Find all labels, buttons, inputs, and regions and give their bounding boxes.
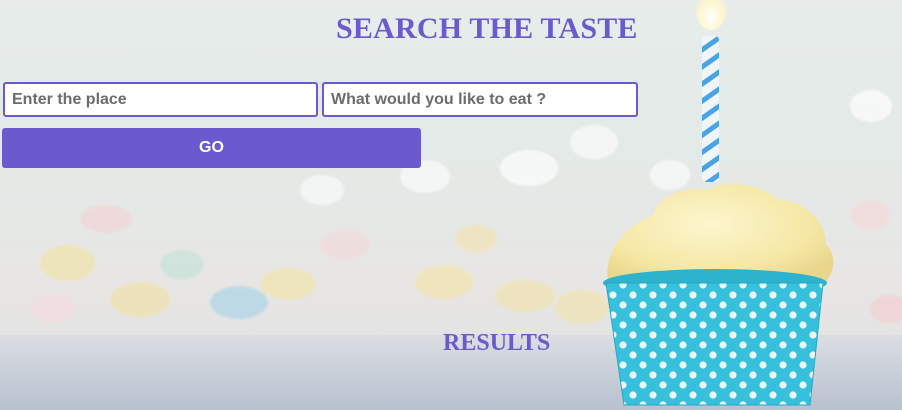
place-input[interactable]: [3, 82, 318, 117]
bokeh-light: [495, 280, 555, 312]
page-title: SEARCH THE TASTE: [336, 12, 638, 45]
results-heading: RESULTS: [443, 330, 551, 356]
cupcake-wrapper: [606, 283, 823, 405]
bokeh-light: [260, 268, 316, 300]
bokeh-light: [320, 230, 370, 260]
candle: [702, 36, 719, 182]
bokeh-light: [455, 225, 497, 253]
food-input[interactable]: [322, 82, 638, 117]
bokeh-light: [80, 205, 132, 233]
bokeh-light: [300, 175, 344, 205]
bokeh-light: [500, 150, 558, 186]
go-button[interactable]: GO: [2, 128, 421, 168]
bokeh-light: [40, 245, 95, 281]
bokeh-light: [110, 282, 170, 317]
bokeh-light: [160, 250, 204, 280]
candle-flame: [695, 0, 727, 30]
bokeh-light: [210, 286, 268, 319]
cupcake-illustration: [603, 0, 834, 406]
bokeh-light: [30, 295, 76, 323]
bokeh-light: [415, 265, 473, 299]
